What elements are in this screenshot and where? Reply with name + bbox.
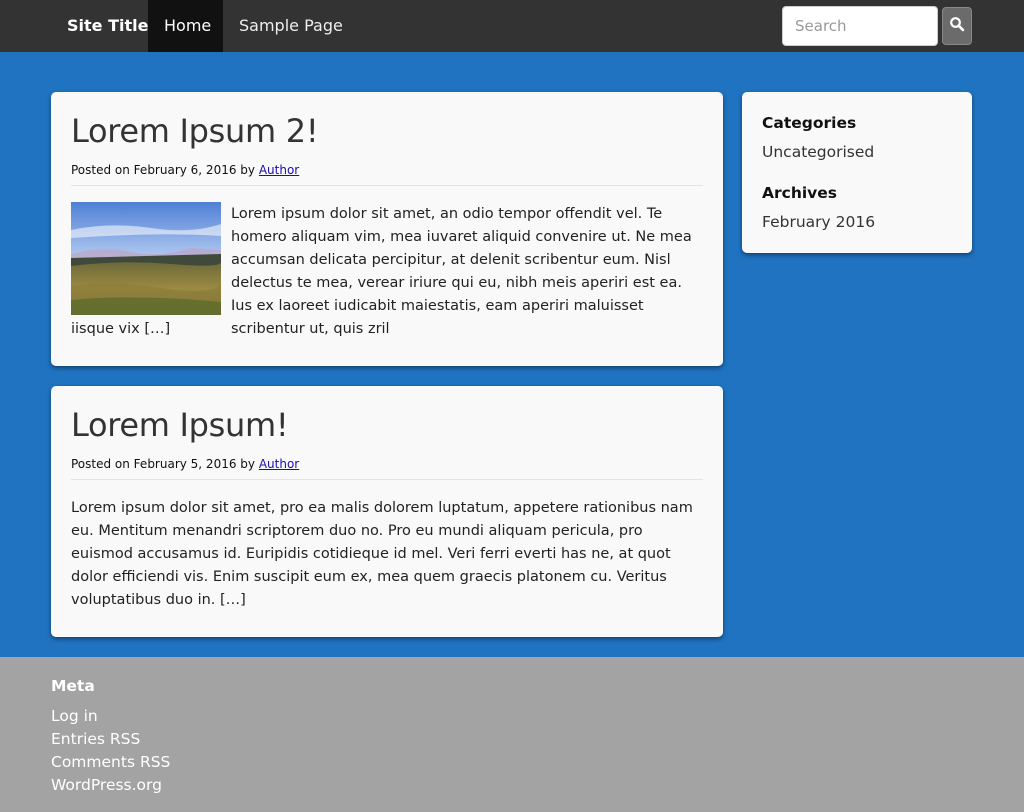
archive-link[interactable]: February 2016 (762, 213, 875, 231)
post-meta: Posted on February 6, 2016 by Author (71, 163, 299, 177)
post-thumbnail[interactable] (71, 202, 221, 315)
category-link[interactable]: Uncategorised (762, 143, 874, 161)
post-excerpt-continued: iisque vix […] (71, 321, 171, 337)
search-input[interactable] (782, 6, 938, 46)
post-date: Posted on February 5, 2016 by (71, 457, 256, 471)
post-title[interactable]: Lorem Ipsum! (71, 406, 289, 444)
footer-link-log-in[interactable]: Log in (51, 707, 98, 725)
post-meta: Posted on February 5, 2016 by Author (71, 457, 299, 471)
author-link[interactable]: Author (259, 457, 299, 471)
search-icon (949, 16, 965, 36)
author-link[interactable]: Author (259, 163, 299, 177)
divider (71, 185, 703, 186)
search-button[interactable] (942, 7, 972, 45)
meta-heading: Meta (51, 677, 95, 695)
nav-item-sample-page[interactable]: Sample Page (223, 0, 359, 52)
top-navbar: Site Title Home Sample Page (0, 0, 1024, 52)
post-date: Posted on February 6, 2016 by (71, 163, 256, 177)
footer-link-wordpress-org[interactable]: WordPress.org (51, 776, 162, 794)
nav-item-home[interactable]: Home (148, 0, 223, 52)
archives-heading: Archives (762, 184, 838, 202)
sidebar-widgets: Categories Uncategorised Archives Februa… (742, 92, 972, 253)
categories-heading: Categories (762, 114, 857, 132)
post-title[interactable]: Lorem Ipsum 2! (71, 112, 319, 150)
post-card: Lorem Ipsum 2! Posted on February 6, 201… (51, 92, 723, 366)
footer-link-entries-rss[interactable]: Entries RSS (51, 730, 140, 748)
footer-link-comments-rss[interactable]: Comments RSS (51, 753, 170, 771)
footer: Meta Log in Entries RSS Comments RSS Wor… (0, 657, 1024, 812)
site-title-link[interactable]: Site Title (67, 0, 148, 52)
post-card: Lorem Ipsum! Posted on February 5, 2016 … (51, 386, 723, 637)
post-excerpt: Lorem ipsum dolor sit amet, pro ea malis… (71, 500, 693, 608)
divider (71, 479, 703, 480)
